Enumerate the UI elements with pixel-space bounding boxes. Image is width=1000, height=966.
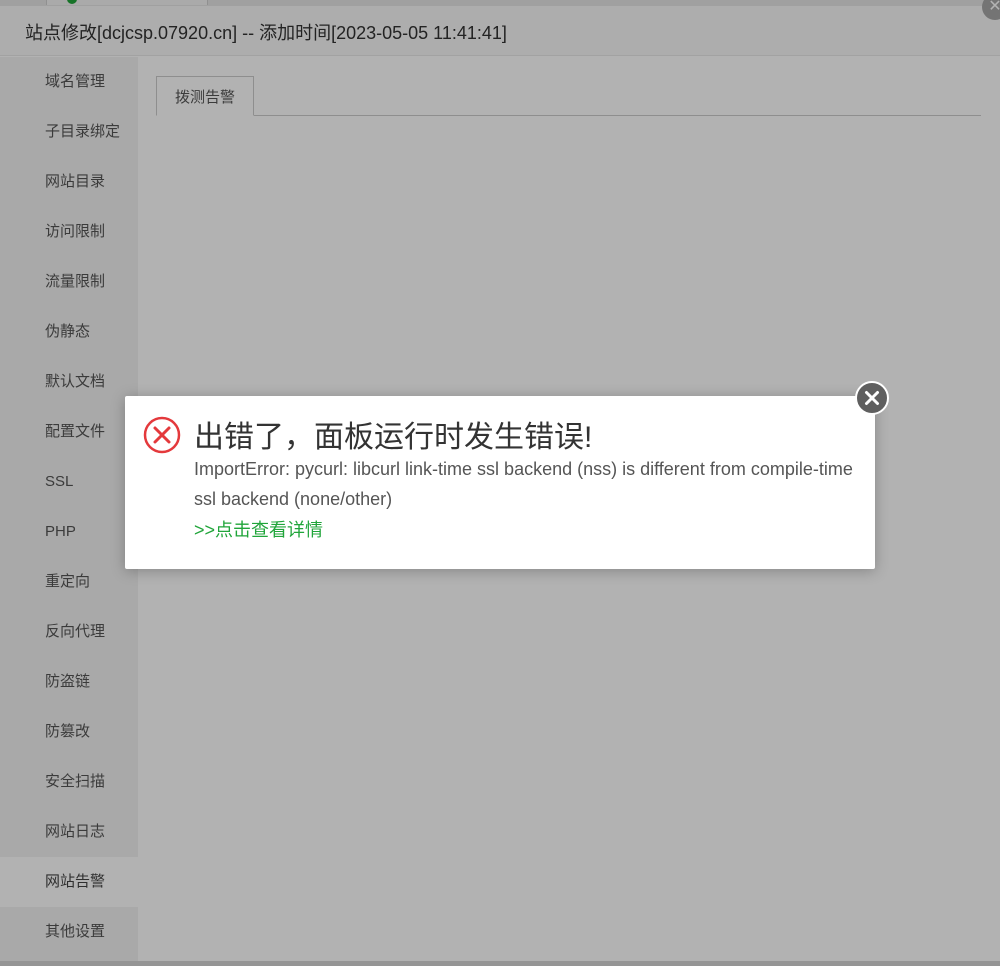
close-circle-icon[interactable]	[855, 381, 889, 415]
view-details-link[interactable]: >>点击查看详情	[194, 515, 323, 545]
error-message: ImportError: pycurl: libcurl link-time s…	[194, 459, 853, 509]
error-dialog: 出错了，面板运行时发生错误! ImportError: pycurl: libc…	[125, 381, 889, 569]
error-circle-x-icon	[143, 416, 181, 454]
error-title: 出错了，面板运行时发生错误!	[194, 421, 593, 454]
screen: 站点修改[dcjcsp.07920.cn] -- 添加时间[2023-05-05…	[0, 0, 1000, 966]
